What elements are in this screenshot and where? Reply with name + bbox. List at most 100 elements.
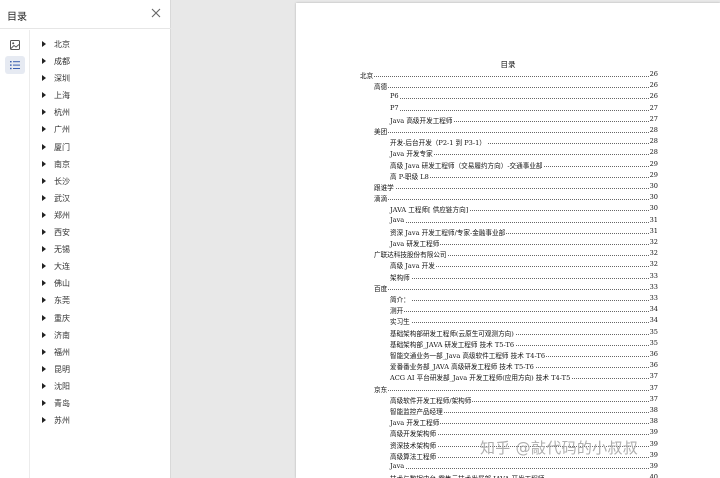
toc-entry[interactable]: 架构师 33 xyxy=(390,271,658,282)
expand-triangle-icon[interactable] xyxy=(42,75,46,82)
toc-entry[interactable]: 技术与数据中台-零售云技术发展部 JAVA 开发工程师 40 xyxy=(390,473,658,478)
outline-item[interactable]: 南京 xyxy=(30,156,170,173)
toc-entry-text: 高级软件开发工程师/架构师 xyxy=(390,394,473,405)
outline-item[interactable]: 东莞 xyxy=(30,292,170,309)
expand-triangle-icon[interactable] xyxy=(42,417,46,424)
toc-entry[interactable]: 高级 Java 开发 32 xyxy=(390,260,658,271)
toc-entry[interactable]: Java 研发工程师 32 xyxy=(390,238,658,248)
toc-entry[interactable]: JAVA 工程师[ 供应链方向] 30 xyxy=(390,204,658,215)
toc-leader-dots xyxy=(390,98,649,100)
toc-entry[interactable]: 高 P-职级 L8 29 xyxy=(390,170,658,181)
toc-page-number: 39 xyxy=(649,428,658,437)
toc-entry[interactable]: 北京 26 xyxy=(360,70,658,80)
outline-item[interactable]: 北京 xyxy=(30,36,170,53)
expand-triangle-icon[interactable] xyxy=(42,41,46,47)
outline-item-label: 成都 xyxy=(54,57,70,67)
toc-page-number: 40 xyxy=(649,473,658,478)
outline-item[interactable]: 西安 xyxy=(30,224,170,241)
outline-item[interactable]: 昆明 xyxy=(30,361,170,378)
outline-item[interactable]: 广州 xyxy=(30,121,170,138)
expand-triangle-icon[interactable] xyxy=(42,382,46,389)
toc-entry[interactable]: 测开 34 xyxy=(390,305,658,316)
expand-triangle-icon[interactable] xyxy=(42,126,46,133)
toc-entry[interactable]: 智能监控产品经理 38 xyxy=(390,406,658,416)
expand-triangle-icon[interactable] xyxy=(42,365,46,372)
outline-item[interactable]: 长沙 xyxy=(30,173,170,190)
expand-triangle-icon[interactable] xyxy=(42,229,46,236)
outline-item[interactable]: 沈阳 xyxy=(30,378,170,395)
thumbnail-view-button[interactable] xyxy=(5,36,25,54)
outline-item[interactable]: 上海 xyxy=(30,87,170,104)
toc-entry-text: 高级算法工程师 xyxy=(390,450,438,461)
outline-item[interactable]: 成都 xyxy=(30,53,170,70)
toc-entry[interactable]: 智能交通业务一部_Java 高级软件工程师 技术 T4-T6 36 xyxy=(390,350,658,360)
outline-item[interactable]: 济南 xyxy=(30,327,170,344)
expand-triangle-icon[interactable] xyxy=(42,109,46,116)
document-viewport[interactable]: 目录 北京 26 高德 26 P6 26 P7 27 Java 高级开发工程师 27 美团 28 开发-… xyxy=(172,0,720,478)
toc-entry[interactable]: 百度 33 xyxy=(374,282,658,293)
outline-item-label: 上海 xyxy=(54,91,70,101)
toc-entry[interactable]: P6 26 xyxy=(390,92,658,102)
toc-entry[interactable]: 跟谁学 30 xyxy=(374,182,658,192)
toc-entry[interactable]: 实习生 34 xyxy=(390,316,658,327)
toc-entry[interactable]: 广联达科技股份有限公司 32 xyxy=(374,249,658,260)
outline-item[interactable]: 佛山 xyxy=(30,275,170,292)
outline-item[interactable]: 福州 xyxy=(30,344,170,361)
close-icon[interactable] xyxy=(150,7,162,19)
outline-view-button[interactable] xyxy=(5,56,25,74)
expand-triangle-icon[interactable] xyxy=(42,160,46,167)
expand-triangle-icon[interactable] xyxy=(42,194,46,201)
toc-entry[interactable]: 开发-后台开发（P2-1 到 P3-1） 28 xyxy=(390,137,658,148)
toc-entry-text: 美团 xyxy=(374,126,389,136)
toc-title: 目录 xyxy=(500,60,516,69)
expand-triangle-icon[interactable] xyxy=(42,263,46,270)
outline-item[interactable]: 重庆 xyxy=(30,310,170,327)
outline-item[interactable]: 郑州 xyxy=(30,207,170,224)
outline-item[interactable]: 大连 xyxy=(30,258,170,275)
toc-entry[interactable]: P7 27 xyxy=(390,103,658,114)
expand-triangle-icon[interactable] xyxy=(42,399,46,406)
expand-triangle-icon[interactable] xyxy=(42,177,46,184)
expand-triangle-icon[interactable] xyxy=(42,314,46,321)
toc-entry[interactable]: 高德 26 xyxy=(374,81,658,92)
expand-triangle-icon[interactable] xyxy=(42,92,46,99)
toc-entry-text: 北京 xyxy=(360,70,375,80)
toc-entry[interactable]: Java 39 xyxy=(390,462,658,472)
toc-entry[interactable]: 资深 Java 开发工程师/专家-金融事业部 31 xyxy=(390,226,658,237)
expand-triangle-icon[interactable] xyxy=(42,58,46,65)
toc-entry[interactable]: 高级软件开发工程师/架构师 37 xyxy=(390,394,658,405)
toc-entry[interactable]: Java 开发工程师 38 xyxy=(390,417,658,428)
outline-item[interactable]: 杭州 xyxy=(30,104,170,121)
expand-triangle-icon[interactable] xyxy=(42,143,46,150)
toc-leader-dots xyxy=(374,87,649,89)
expand-triangle-icon[interactable] xyxy=(42,211,46,218)
toc-leader-dots xyxy=(374,132,649,133)
toc-entry[interactable]: 美团 28 xyxy=(374,126,658,136)
outline-item[interactable]: 无锡 xyxy=(30,241,170,258)
expand-triangle-icon[interactable] xyxy=(42,331,46,338)
expand-triangle-icon[interactable] xyxy=(42,280,46,287)
toc-entry-text: 资深 Java 开发工程师/专家-金融事业部 xyxy=(390,226,507,237)
toc-entry[interactable]: 爱番番业务部_JAVA 高级研发工程师 技术 T5-T6 36 xyxy=(390,361,658,372)
toc-entry[interactable]: 简介： 33 xyxy=(390,294,658,304)
outline-item[interactable]: 青岛 xyxy=(30,395,170,412)
outline-item[interactable]: 苏州 xyxy=(30,412,170,429)
toc-entry[interactable]: Java 31 xyxy=(390,215,658,226)
toc-entry[interactable]: 京东 37 xyxy=(374,383,658,394)
expand-triangle-icon[interactable] xyxy=(42,297,46,304)
toc-entry[interactable]: Java 开发专家 28 xyxy=(390,148,658,159)
toc-entry[interactable]: Java 高级开发工程师 27 xyxy=(390,114,658,125)
toc-page-number: 39 xyxy=(649,450,658,459)
toc-entry[interactable]: 基础架构部_JAVA 研发工程师 技术 T5-T6 35 xyxy=(390,338,658,349)
toc-entry[interactable]: ACG AI 平台研发部_Java 开发工程师(应用方向) 技术 T4-T5 37 xyxy=(390,372,658,383)
expand-triangle-icon[interactable] xyxy=(42,246,46,253)
outline-item[interactable]: 厦门 xyxy=(30,139,170,156)
toc-entry[interactable]: 基础架构部研发工程师(云原生可观测方向) 35 xyxy=(390,327,658,338)
toc-entry-text: P6 xyxy=(390,92,400,101)
toc-entry[interactable]: 滴滴 30 xyxy=(374,193,658,204)
toc-entry[interactable]: 高级 Java 研发工程师（交易履约方向）-交通事业部 29 xyxy=(390,159,658,170)
outline-item[interactable]: 武汉 xyxy=(30,190,170,207)
expand-triangle-icon[interactable] xyxy=(42,348,46,355)
panel-title: 目录 xyxy=(7,12,27,23)
outline-item[interactable]: 深圳 xyxy=(30,70,170,87)
